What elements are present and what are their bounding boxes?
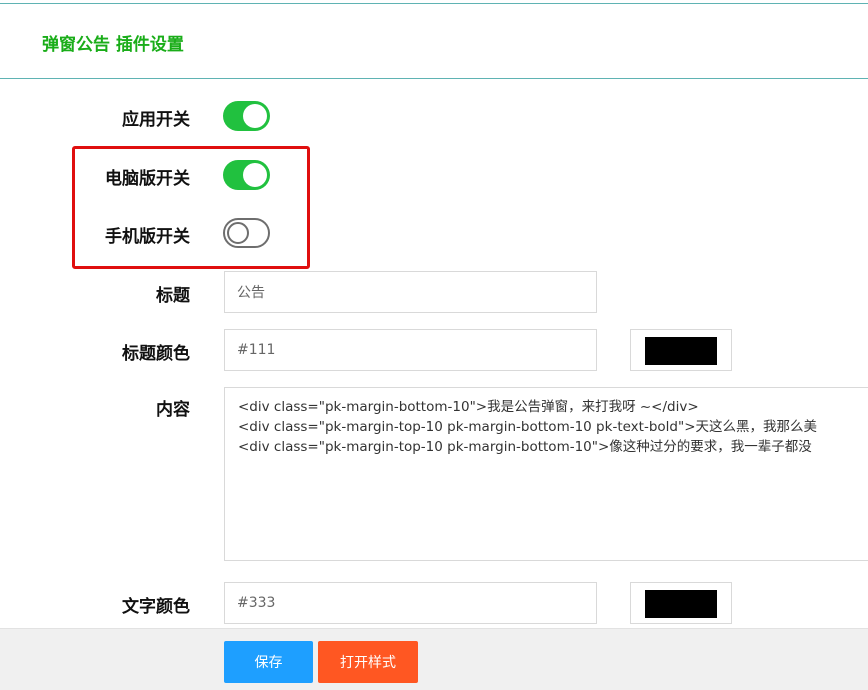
text-color-swatch	[645, 590, 717, 618]
page-title: 弹窗公告 插件设置	[42, 35, 184, 55]
title-color-label: 标题颜色	[122, 344, 190, 364]
toggle-knob	[227, 222, 249, 244]
title-input[interactable]	[224, 271, 597, 313]
text-color-picker[interactable]	[630, 582, 732, 624]
save-button[interactable]: 保存	[224, 641, 313, 683]
open-style-button[interactable]: 打开样式	[318, 641, 418, 683]
content-line: <div class="pk-margin-bottom-10">我是公告弹窗，…	[238, 399, 699, 415]
content-line: <div class="pk-margin-top-10 pk-margin-b…	[238, 439, 812, 455]
mobile-switch-toggle[interactable]	[223, 218, 270, 248]
content-label: 内容	[156, 400, 190, 420]
footer-bar	[0, 628, 868, 690]
pc-switch-label: 电脑版开关	[105, 169, 190, 189]
header-divider	[0, 78, 868, 79]
app-switch-label: 应用开关	[122, 110, 190, 130]
toggle-knob	[243, 104, 267, 128]
text-color-input[interactable]	[224, 582, 597, 624]
content-textarea[interactable]: <div class="pk-margin-bottom-10">我是公告弹窗，…	[224, 387, 868, 561]
top-border	[0, 3, 868, 4]
text-color-label: 文字颜色	[122, 597, 190, 617]
title-color-input[interactable]	[224, 329, 597, 371]
pc-switch-toggle[interactable]	[223, 160, 270, 190]
title-label: 标题	[156, 286, 190, 306]
app-switch-toggle[interactable]	[223, 101, 270, 131]
title-color-picker[interactable]	[630, 329, 732, 371]
content-line: <div class="pk-margin-top-10 pk-margin-b…	[238, 419, 818, 435]
title-color-swatch	[645, 337, 717, 365]
mobile-switch-label: 手机版开关	[105, 227, 190, 247]
toggle-knob	[243, 163, 267, 187]
